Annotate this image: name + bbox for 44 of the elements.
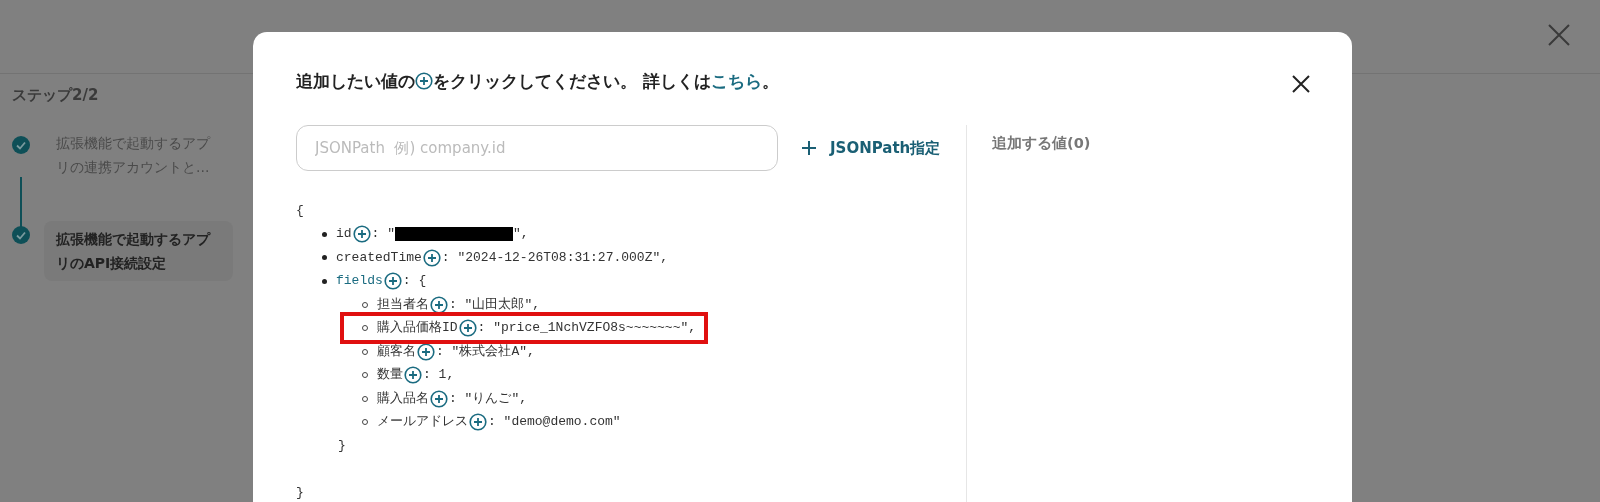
json-value: : "山田太郎",: [449, 295, 540, 314]
json-value: : "株式会社A",: [436, 342, 535, 361]
step-counter: ステップ2/2: [12, 85, 100, 106]
add-value-icon[interactable]: [430, 389, 448, 408]
jsonpath-field[interactable]: JSONPath 例) company.id: [296, 124, 778, 171]
add-value-icon[interactable]: [422, 248, 441, 267]
json-value: ",: [513, 225, 529, 244]
add-jsonpath-button[interactable]: JSONPath指定: [802, 136, 941, 159]
brace-text: }: [296, 483, 305, 502]
help-link[interactable]: こちら: [710, 72, 762, 91]
json-value: : "price_1NchVZFO8s~~~~~~~",: [477, 319, 697, 338]
step-item[interactable]: 拡張機能で起動するアプリのAPI接続設定: [44, 220, 233, 281]
json-value: : 1,: [423, 366, 455, 385]
json-key: createdTime: [336, 247, 422, 268]
instruction-text: 追加したい値の をクリックしてください。 詳しくはこちら。: [296, 71, 779, 93]
json-key: メールアドレス: [377, 412, 468, 432]
add-value-icon[interactable]: [417, 342, 435, 361]
plus-icon: [802, 140, 816, 155]
add-value-icon[interactable]: [383, 272, 402, 290]
bullet-icon: [322, 255, 327, 260]
brace-text: {: [296, 201, 305, 220]
add-value-icon[interactable]: [430, 295, 448, 314]
brace-text: }: [338, 436, 346, 455]
json-key: 顧客名: [377, 341, 416, 362]
close-icon[interactable]: [1546, 22, 1572, 48]
add-value-icon[interactable]: [404, 366, 422, 384]
add-value-icon[interactable]: [352, 225, 371, 243]
json-key: id: [336, 224, 352, 244]
plus-circle-icon: [415, 72, 433, 90]
json-value: : "demo@demo.com": [488, 413, 621, 432]
bullet-icon: [322, 231, 327, 237]
json-key: 購入品価格ID: [377, 318, 458, 338]
json-value: : {: [402, 272, 427, 291]
json-value: : ": [371, 225, 395, 244]
bullet-icon: [322, 278, 327, 284]
json-key: 数量: [377, 365, 403, 385]
json-key: 購入品名: [377, 388, 429, 409]
json-key: 担当者名: [377, 294, 429, 315]
add-value-icon[interactable]: [469, 413, 487, 431]
json-value: : "りんご",: [449, 389, 527, 408]
json-value: : "2024-12-26T08:31:27.000Z",: [441, 248, 669, 267]
add-value-icon[interactable]: [458, 319, 477, 337]
added-values-title: 追加する値(0): [992, 133, 1091, 153]
json-key: fields: [336, 271, 383, 291]
